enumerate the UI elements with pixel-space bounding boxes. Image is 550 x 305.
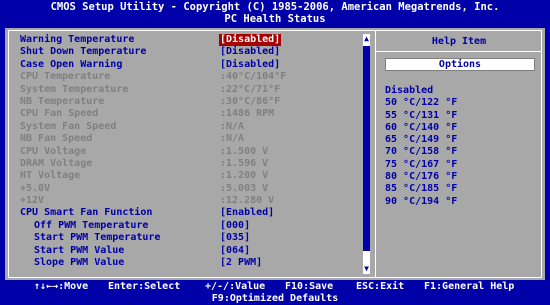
options-list: Disabled 50 °C/122 °F 55 °C/131 °F 60 °C… bbox=[385, 85, 535, 208]
setting-value[interactable]: [000] bbox=[220, 220, 250, 232]
status-value: :1.500 V bbox=[220, 145, 269, 157]
status-nb-fan-speed: NB Fan Speed :N/A bbox=[20, 133, 370, 145]
status-5v: +5.0V :5.003 V bbox=[20, 183, 370, 195]
exit-key-hint: ESC:Exit bbox=[356, 281, 405, 292]
options-header: Options bbox=[385, 58, 535, 71]
save-key-hint: F10:Save bbox=[285, 281, 334, 292]
setting-value[interactable]: [2 PWM] bbox=[220, 257, 262, 269]
status-nb-temperature: NB Temperature :30°C/86°F bbox=[20, 96, 370, 108]
option-item: 80 °C/176 °F bbox=[385, 171, 458, 183]
setting-slope-pwm-value[interactable]: Slope PWM Value [2 PWM] bbox=[20, 257, 370, 269]
status-label: +12V bbox=[20, 195, 45, 207]
status-label: DRAM Voltage bbox=[20, 157, 93, 169]
help-item-title: Help Item bbox=[431, 36, 487, 47]
option-item: 60 °C/140 °F bbox=[385, 121, 458, 133]
status-value: :12.280 V bbox=[220, 195, 275, 207]
status-value: :22°C/71°F bbox=[220, 83, 281, 95]
copyright-header: CMOS Setup Utility - Copyright (C) 1985-… bbox=[50, 1, 500, 13]
setting-value[interactable]: [Enabled] bbox=[220, 207, 274, 219]
status-label: +5.0V bbox=[20, 182, 51, 194]
page-title: PC Health Status bbox=[224, 13, 326, 25]
setting-off-pwm-temperature[interactable]: Off PWM Temperature [000] bbox=[20, 220, 370, 232]
select-key-hint: Enter:Select bbox=[108, 281, 181, 292]
bios-setup-screen: CMOS Setup Utility - Copyright (C) 1985-… bbox=[0, 0, 550, 305]
option-item: 70 °C/158 °F bbox=[385, 146, 458, 158]
status-value: :1.200 V bbox=[220, 170, 269, 182]
status-cpu-temperature: CPU Temperature :40°C/104°F bbox=[20, 71, 370, 83]
setting-shut-down-temperature[interactable]: Shut Down Temperature [Disabled] bbox=[20, 46, 370, 58]
status-label: NB Fan Speed bbox=[20, 133, 93, 145]
option-item: 85 °C/185 °F bbox=[385, 183, 458, 195]
status-ht-voltage: HT Voltage :1.200 V bbox=[20, 170, 370, 182]
option-item: 90 °C/194 °F bbox=[385, 195, 458, 207]
status-value: :40°C/104°F bbox=[220, 71, 287, 83]
status-value: :1.596 V bbox=[220, 157, 269, 169]
status-label: System Temperature bbox=[20, 83, 129, 95]
setting-label: Shut Down Temperature bbox=[20, 46, 147, 58]
status-system-fan-speed: System Fan Speed :N/A bbox=[20, 121, 370, 133]
setting-label: Warning Temperature bbox=[20, 34, 135, 45]
setting-start-pwm-value[interactable]: Start PWM Value [064] bbox=[20, 245, 370, 257]
status-system-temperature: System Temperature :22°C/71°F bbox=[20, 84, 370, 96]
help-divider bbox=[375, 30, 376, 278]
setting-warning-temperature[interactable]: Warning Temperature [Disabled] bbox=[20, 34, 370, 47]
setting-label: Slope PWM Value bbox=[34, 257, 125, 269]
status-value: :N/A bbox=[220, 133, 245, 145]
setting-value[interactable]: [064] bbox=[220, 245, 250, 257]
setting-label: Start PWM Temperature bbox=[34, 232, 161, 244]
setting-value[interactable]: [035] bbox=[220, 232, 250, 244]
status-cpu-voltage: CPU Voltage :1.500 V bbox=[20, 146, 370, 158]
status-value: :30°C/86°F bbox=[220, 95, 281, 107]
option-item: Disabled bbox=[385, 85, 434, 96]
general-help-key-hint: F1:General Help bbox=[424, 281, 515, 292]
scroll-up-arrow-icon[interactable]: ▲ bbox=[362, 34, 371, 44]
setting-label: Start PWM Value bbox=[34, 244, 125, 256]
status-value: :1486 RPM bbox=[220, 108, 275, 120]
setting-cpu-smart-fan-function[interactable]: CPU Smart Fan Function [Enabled] bbox=[20, 207, 370, 219]
setting-value[interactable]: [Disabled] bbox=[220, 46, 280, 58]
option-item: 65 °C/149 °F bbox=[385, 134, 458, 146]
option-item: 75 °C/167 °F bbox=[385, 158, 458, 170]
status-label: System Fan Speed bbox=[20, 120, 117, 132]
optimized-defaults-hint: F9:Optimized Defaults bbox=[211, 293, 339, 304]
setting-case-open-warning[interactable]: Case Open Warning [Disabled] bbox=[20, 59, 370, 71]
option-item: 55 °C/131 °F bbox=[385, 109, 458, 121]
status-dram-voltage: DRAM Voltage :1.596 V bbox=[20, 158, 370, 170]
status-label: CPU Voltage bbox=[20, 145, 87, 157]
settings-list: Warning Temperature [Disabled] Shut Down… bbox=[20, 34, 370, 269]
status-label: CPU Temperature bbox=[20, 71, 111, 83]
move-key-hint: ↑↓←→:Move bbox=[34, 281, 89, 292]
setting-value[interactable]: [Disabled] bbox=[219, 34, 282, 47]
setting-start-pwm-temperature[interactable]: Start PWM Temperature [035] bbox=[20, 232, 370, 244]
status-value: :5.003 V bbox=[220, 182, 269, 194]
status-label: HT Voltage bbox=[20, 170, 81, 182]
setting-label: CPU Smart Fan Function bbox=[20, 207, 153, 219]
setting-label: Case Open Warning bbox=[20, 58, 123, 70]
option-item: 50 °C/122 °F bbox=[385, 97, 458, 109]
status-label: NB Temperature bbox=[20, 95, 105, 107]
help-separator bbox=[376, 51, 542, 52]
status-value: :N/A bbox=[220, 120, 245, 132]
setting-value[interactable]: [Disabled] bbox=[220, 59, 280, 71]
scrollbar-thumb[interactable] bbox=[363, 46, 370, 251]
value-key-hint: +/-/:Value bbox=[205, 281, 266, 292]
setting-label: Off PWM Temperature bbox=[34, 219, 149, 231]
status-label: CPU Fan Speed bbox=[20, 108, 99, 120]
scroll-down-arrow-icon[interactable]: ▼ bbox=[362, 264, 371, 274]
status-12v: +12V :12.280 V bbox=[20, 195, 370, 207]
status-cpu-fan-speed: CPU Fan Speed :1486 RPM bbox=[20, 108, 370, 120]
